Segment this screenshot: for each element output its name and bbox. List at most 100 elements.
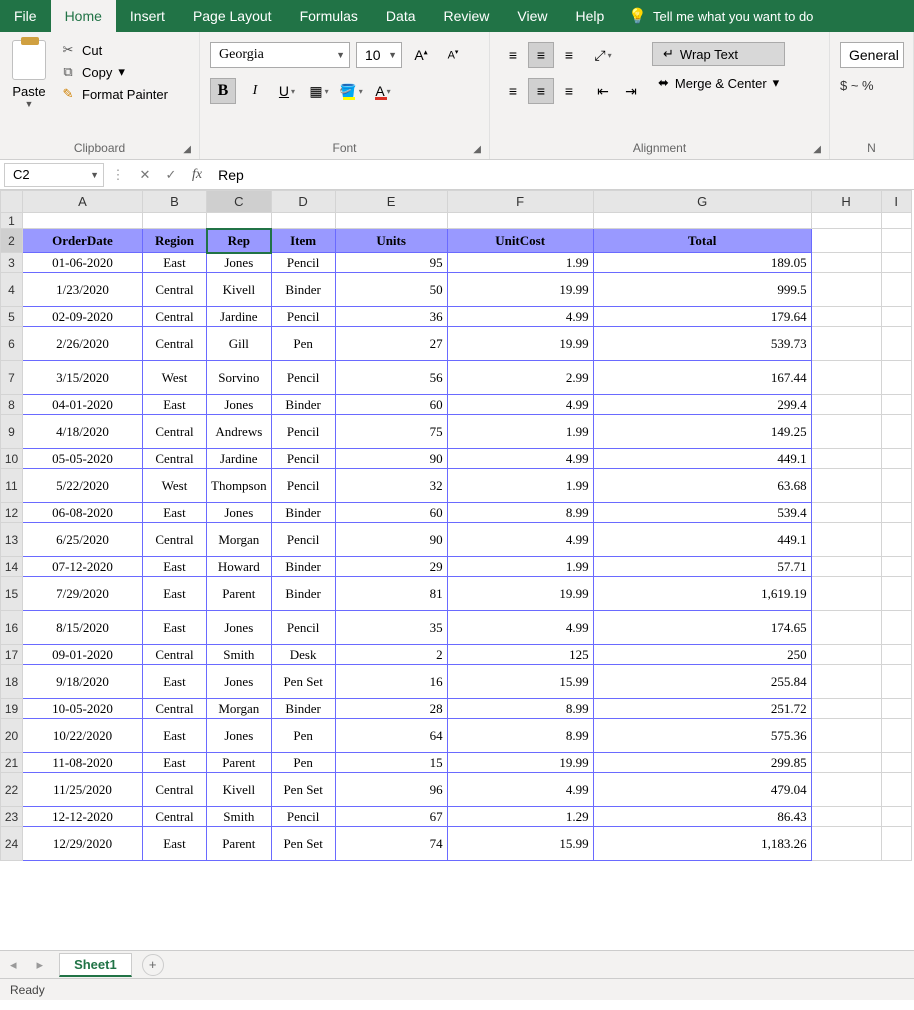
row-header-8[interactable]: 8 [1,395,23,415]
fx-icon[interactable]: fx [184,167,210,183]
cell[interactable]: 449.1 [593,523,811,557]
row-header-5[interactable]: 5 [1,307,23,327]
cell[interactable] [881,307,911,327]
cell[interactable]: 7/29/2020 [23,577,143,611]
cell[interactable]: 1.99 [447,557,593,577]
cell[interactable]: 4.99 [447,449,593,469]
decrease-indent-button[interactable]: ⇤ [590,78,616,104]
cell[interactable]: 4.99 [447,395,593,415]
spreadsheet-grid[interactable]: ABCDEFGHI12OrderDateRegionRepItemUnitsUn… [0,190,914,950]
cell[interactable] [881,449,911,469]
copy-button[interactable]: ⧉Copy▾ [60,64,168,80]
cell[interactable]: Binder [271,557,335,577]
align-bottom-button[interactable]: ≡ [556,42,582,68]
cell[interactable]: 125 [447,645,593,665]
cell[interactable] [881,645,911,665]
fill-color-button[interactable]: 🪣▾ [338,78,364,104]
cell[interactable]: Pen [271,327,335,361]
cell[interactable]: East [143,665,207,699]
col-header-I[interactable]: I [881,191,911,213]
cell[interactable]: East [143,395,207,415]
cell[interactable] [881,827,911,861]
cell[interactable]: Jones [207,395,272,415]
cell[interactable]: Pen [271,753,335,773]
cell[interactable]: 11-08-2020 [23,753,143,773]
cell[interactable]: Smith [207,807,272,827]
cell[interactable]: Pencil [271,307,335,327]
cell[interactable]: 96 [335,773,447,807]
header-cell-rep[interactable]: Rep [207,229,272,253]
row-header-10[interactable]: 10 [1,449,23,469]
cell[interactable]: Central [143,523,207,557]
cell[interactable]: 299.4 [593,395,811,415]
cell[interactable]: 19.99 [447,753,593,773]
cell[interactable] [811,361,881,395]
row-header-12[interactable]: 12 [1,503,23,523]
cell[interactable]: 27 [335,327,447,361]
cell[interactable] [881,253,911,273]
cell[interactable]: East [143,827,207,861]
col-header-F[interactable]: F [447,191,593,213]
cell[interactable] [811,213,881,229]
cell[interactable]: West [143,469,207,503]
cell[interactable]: 8.99 [447,719,593,753]
cell[interactable]: East [143,253,207,273]
cell[interactable]: Parent [207,577,272,611]
cell[interactable] [811,807,881,827]
cell[interactable]: Pen Set [271,773,335,807]
cell[interactable]: Binder [271,273,335,307]
cell[interactable]: Central [143,773,207,807]
orientation-button[interactable]: ⤢▾ [590,42,616,68]
cell[interactable] [881,557,911,577]
tab-insert[interactable]: Insert [116,0,179,32]
cell[interactable]: 174.65 [593,611,811,645]
cell[interactable]: 16 [335,665,447,699]
cell[interactable]: 1.99 [447,415,593,449]
row-header-6[interactable]: 6 [1,327,23,361]
sheet-nav-next[interactable]: ▸ [27,957,54,973]
row-header-24[interactable]: 24 [1,827,23,861]
tab-formulas[interactable]: Formulas [286,0,372,32]
cell[interactable]: 189.05 [593,253,811,273]
cell[interactable]: 67 [335,807,447,827]
cell[interactable]: Central [143,415,207,449]
row-header-3[interactable]: 3 [1,253,23,273]
wrap-text-button[interactable]: ↵Wrap Text [652,42,785,66]
cell[interactable]: 56 [335,361,447,395]
cell[interactable] [593,213,811,229]
cell[interactable]: 15 [335,753,447,773]
cell[interactable]: 05-05-2020 [23,449,143,469]
cell[interactable]: Central [143,307,207,327]
cell[interactable] [811,827,881,861]
cell[interactable]: Binder [271,503,335,523]
cell[interactable] [881,753,911,773]
cell[interactable]: Central [143,807,207,827]
row-header-20[interactable]: 20 [1,719,23,753]
merge-center-button[interactable]: ⬌Merge & Center▾ [652,72,785,94]
cell[interactable] [881,523,911,557]
cell[interactable]: Howard [207,557,272,577]
dialog-launcher-icon[interactable]: ◢ [813,144,821,155]
cell[interactable] [335,213,447,229]
cell[interactable] [811,753,881,773]
cell[interactable]: Central [143,645,207,665]
cell[interactable] [811,611,881,645]
cell[interactable] [881,395,911,415]
cell[interactable]: Desk [271,645,335,665]
format-painter-button[interactable]: ✎Format Painter [60,86,168,102]
cell[interactable]: Pen Set [271,827,335,861]
cell[interactable]: 35 [335,611,447,645]
font-size-combo[interactable]: 10▼ [356,42,402,68]
tell-me[interactable]: 💡 Tell me what you want to do [628,7,813,25]
cell[interactable]: 74 [335,827,447,861]
cell[interactable]: 04-01-2020 [23,395,143,415]
cell[interactable]: Jardine [207,449,272,469]
cell[interactable]: 2.99 [447,361,593,395]
col-header-C[interactable]: C [207,191,272,213]
cell[interactable]: 32 [335,469,447,503]
tab-file[interactable]: File [0,0,51,32]
col-header-G[interactable]: G [593,191,811,213]
cell[interactable]: Pencil [271,253,335,273]
cell[interactable]: Thompson [207,469,272,503]
cell[interactable]: 09-01-2020 [23,645,143,665]
